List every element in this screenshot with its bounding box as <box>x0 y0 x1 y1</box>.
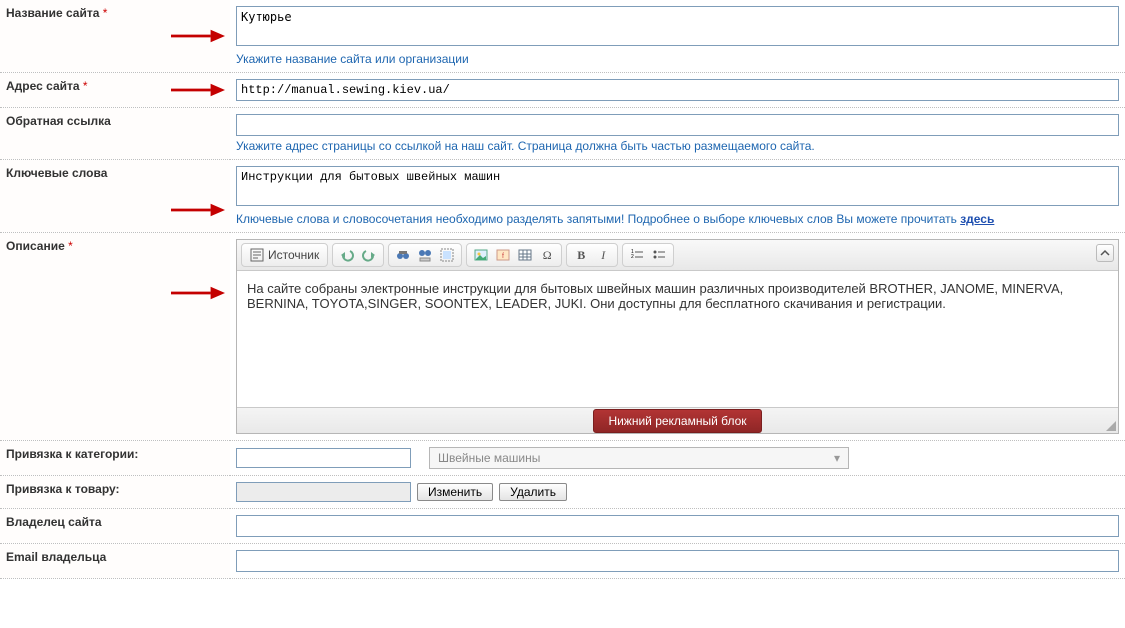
backlink-hint: Укажите адрес страницы со ссылкой на наш… <box>236 139 1119 153</box>
owner-email-input[interactable] <box>236 550 1119 572</box>
label-backlink: Обратная ссылка <box>0 108 230 160</box>
undo-button[interactable] <box>337 245 357 265</box>
site-name-input[interactable] <box>236 6 1119 46</box>
replace-button[interactable] <box>415 245 435 265</box>
site-form: Название сайта * Укажите название сайта … <box>0 0 1125 579</box>
source-button[interactable]: Источник <box>246 245 323 265</box>
redo-icon <box>362 248 376 262</box>
label-owner-email: Email владельца <box>0 544 230 579</box>
omega-icon: Ω <box>543 248 552 263</box>
label-product: Привязка к товару: <box>0 476 230 509</box>
label-site-url: Адрес сайта * <box>0 73 230 108</box>
binoculars-icon <box>396 248 410 262</box>
resize-grip[interactable] <box>1106 421 1116 431</box>
expand-button[interactable] <box>1096 244 1114 262</box>
select-all-icon <box>440 248 454 262</box>
bold-button[interactable]: B <box>571 245 591 265</box>
table-button[interactable] <box>515 245 535 265</box>
find-replace-icon <box>418 248 432 262</box>
product-input[interactable] <box>236 482 411 502</box>
label-keywords: Ключевые слова <box>0 160 230 233</box>
svg-text:2: 2 <box>631 254 634 260</box>
label-category: Привязка к категории: <box>0 441 230 476</box>
flash-button[interactable]: f <box>493 245 513 265</box>
editor-footer: Нижний рекламный блок <box>237 407 1118 433</box>
label-description: Описание * <box>0 233 230 441</box>
pointer-arrow-icon <box>170 201 226 219</box>
label-owner: Владелец сайта <box>0 509 230 544</box>
image-button[interactable] <box>471 245 491 265</box>
ol-icon: 12 <box>630 248 644 262</box>
italic-button[interactable]: I <box>593 245 613 265</box>
editor-toolbar: Источник f Ω <box>237 240 1118 271</box>
find-button[interactable] <box>393 245 413 265</box>
image-icon <box>474 248 488 262</box>
redo-button[interactable] <box>359 245 379 265</box>
category-selected-label: Швейные машины <box>438 451 540 465</box>
chevron-up-icon <box>1100 248 1110 258</box>
flash-icon: f <box>496 248 510 262</box>
category-select[interactable]: Швейные машины ▾ <box>429 447 849 469</box>
owner-input[interactable] <box>236 515 1119 537</box>
keywords-input[interactable] <box>236 166 1119 206</box>
bulleted-list-button[interactable] <box>649 245 669 265</box>
delete-button[interactable]: Удалить <box>499 483 567 501</box>
site-url-input[interactable] <box>236 79 1119 101</box>
specialchar-button[interactable]: Ω <box>537 245 557 265</box>
site-name-hint: Укажите название сайта или организации <box>236 52 1119 66</box>
pointer-arrow-icon <box>170 284 226 302</box>
rich-text-editor: Источник f Ω <box>236 239 1119 434</box>
label-site-name: Название сайта * <box>0 0 230 73</box>
pointer-arrow-icon <box>170 81 226 99</box>
numbered-list-button[interactable]: 12 <box>627 245 647 265</box>
selectall-button[interactable] <box>437 245 457 265</box>
keywords-help-link[interactable]: здесь <box>960 212 994 226</box>
description-editor-body[interactable]: На сайте собраны электронные инструкции … <box>237 271 1118 407</box>
ul-icon <box>652 248 666 262</box>
category-code-input[interactable] <box>236 448 411 468</box>
bottom-ad-block-button[interactable]: Нижний рекламный блок <box>593 409 761 433</box>
undo-icon <box>340 248 354 262</box>
change-button[interactable]: Изменить <box>417 483 493 501</box>
backlink-input[interactable] <box>236 114 1119 136</box>
chevron-down-icon: ▾ <box>834 451 840 465</box>
table-icon <box>518 248 532 262</box>
source-icon <box>250 248 264 262</box>
keywords-hint: Ключевые слова и словосочетания необходи… <box>236 212 1119 226</box>
svg-text:f: f <box>502 253 504 260</box>
pointer-arrow-icon <box>170 27 226 45</box>
